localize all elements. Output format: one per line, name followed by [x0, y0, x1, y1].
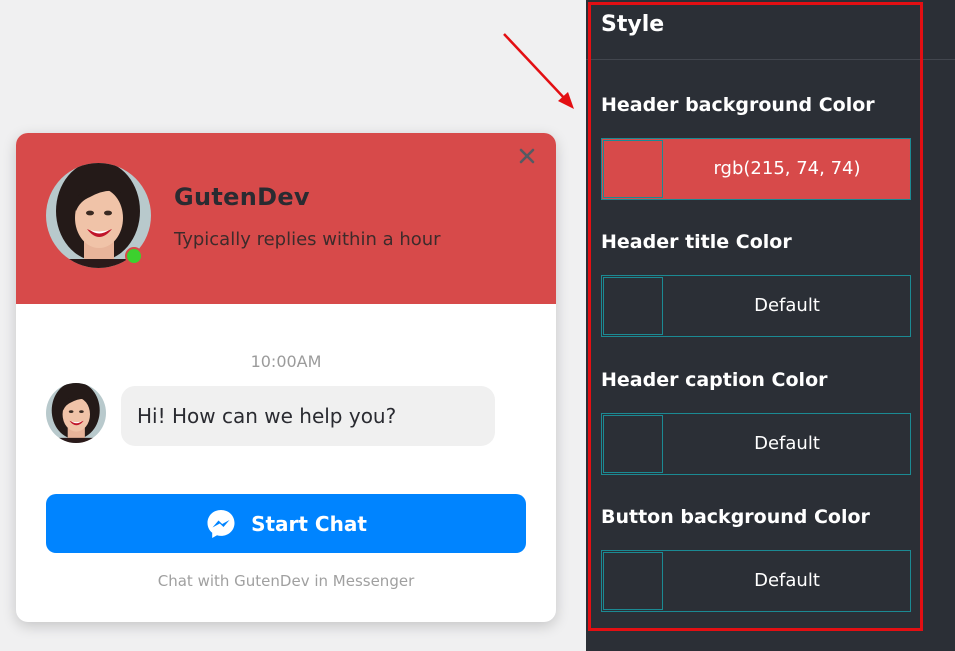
message-timestamp: 10:00AM: [250, 352, 322, 371]
online-status-dot: [125, 247, 143, 265]
messenger-icon: [207, 509, 235, 538]
color-value: Default: [754, 570, 820, 591]
header-caption-color-picker[interactable]: Default: [601, 413, 911, 475]
message-avatar: [46, 383, 106, 443]
message-bubble: Hi! How can we help you?: [121, 386, 495, 446]
color-swatch[interactable]: [603, 140, 663, 198]
header-background-color-picker[interactable]: rgb(215, 74, 74): [601, 138, 911, 200]
start-chat-label: Start Chat: [251, 511, 367, 536]
start-chat-button[interactable]: Start Chat: [46, 494, 526, 553]
widget-header: GutenDev Typically replies within a hour: [16, 133, 556, 304]
color-swatch[interactable]: [603, 277, 663, 335]
color-swatch[interactable]: [603, 552, 663, 610]
close-button[interactable]: [518, 147, 536, 165]
header-caption-color-label: Header caption Color: [601, 369, 828, 391]
color-value: Default: [754, 433, 820, 454]
color-swatch[interactable]: [603, 415, 663, 473]
button-background-color-picker[interactable]: Default: [601, 550, 911, 612]
header-background-color-label: Header background Color: [601, 94, 875, 116]
header-caption: Typically replies within a hour: [174, 229, 441, 250]
header-title: GutenDev: [174, 183, 310, 211]
annotation-arrow: [503, 33, 574, 109]
header-title-color-picker[interactable]: Default: [601, 275, 911, 337]
panel-divider: [586, 59, 955, 60]
button-background-color-label: Button background Color: [601, 506, 870, 528]
color-value: rgb(215, 74, 74): [713, 158, 861, 179]
header-title-color-label: Header title Color: [601, 231, 792, 253]
messenger-footer-note: Chat with GutenDev in Messenger: [157, 572, 415, 590]
color-value: Default: [754, 295, 820, 316]
panel-heading: Style: [601, 12, 665, 37]
messenger-chat-widget: GutenDev Typically replies within a hour…: [16, 133, 556, 622]
close-icon: [519, 148, 535, 164]
